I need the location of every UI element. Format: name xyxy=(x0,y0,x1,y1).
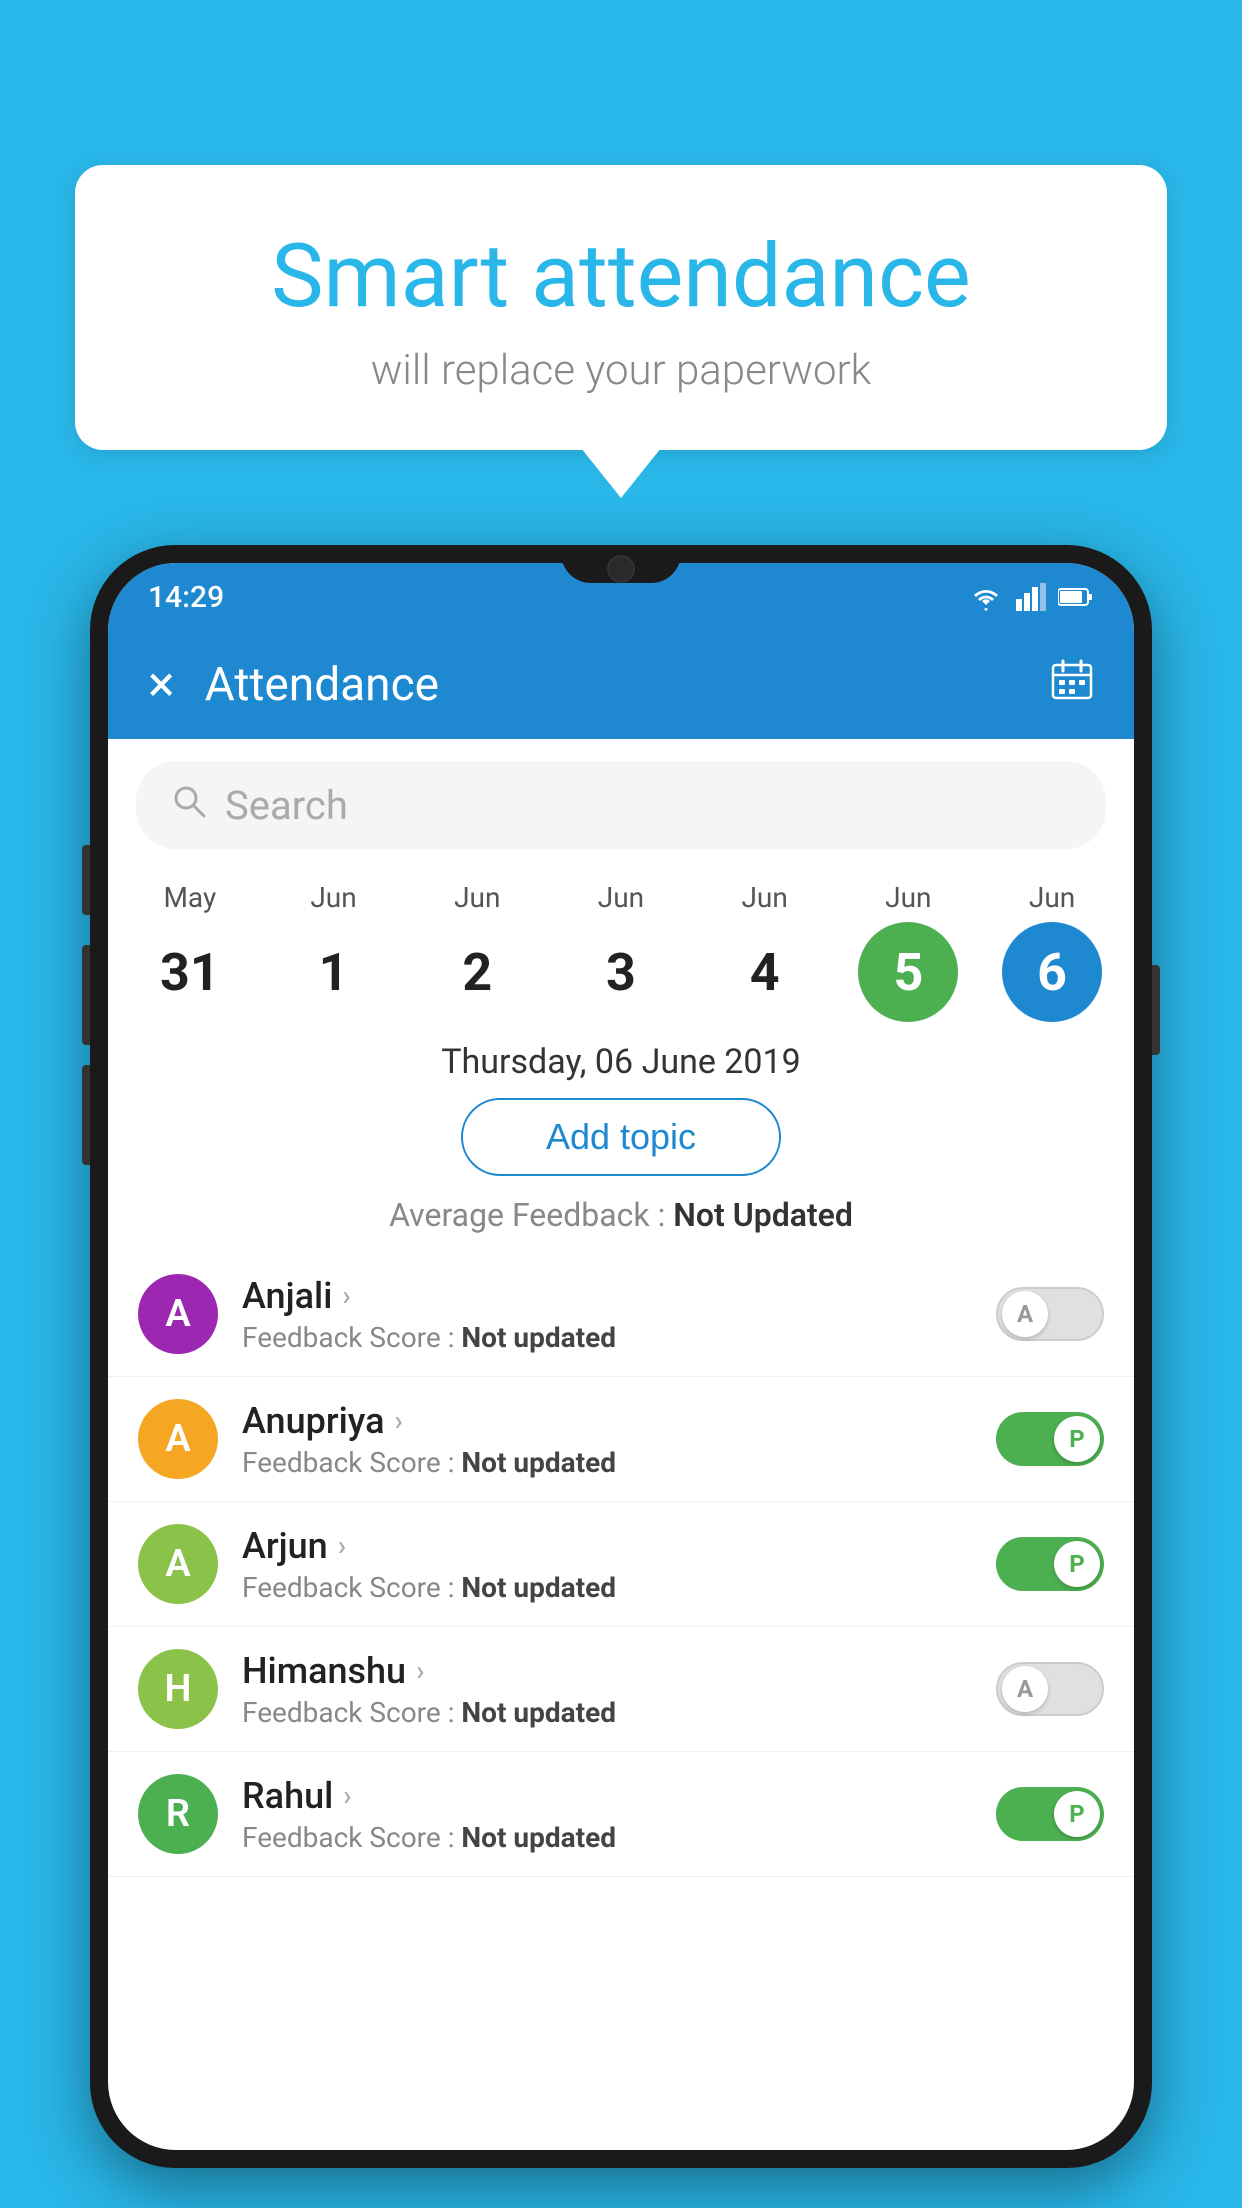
phone-camera xyxy=(607,555,635,583)
chevron-right-icon: › xyxy=(395,1404,403,1437)
phone-screen: 14:29 xyxy=(108,563,1134,2150)
chevron-right-icon: › xyxy=(343,1779,351,1812)
student-list: AAnjali ›Feedback Score : Not updatedAAA… xyxy=(108,1252,1134,1877)
toggle-knob: A xyxy=(1002,1666,1048,1712)
avg-feedback-value: Not Updated xyxy=(673,1196,853,1234)
student-feedback: Feedback Score : Not updated xyxy=(242,1321,972,1354)
bubble-subtitle: will replace your paperwork xyxy=(125,346,1117,395)
feedback-value: Not updated xyxy=(461,1571,616,1604)
chevron-right-icon: › xyxy=(338,1529,346,1562)
attendance-toggle[interactable]: P xyxy=(996,1412,1104,1466)
date-number: 4 xyxy=(715,922,815,1022)
date-month: Jun xyxy=(598,881,644,914)
phone-frame: 14:29 xyxy=(90,545,1152,2168)
student-item[interactable]: H Himanshu › Feedback Score : Not updated A xyxy=(108,1627,1134,1752)
date-item[interactable]: May 31 xyxy=(130,881,250,1022)
date-month: Jun xyxy=(454,881,500,914)
date-number: 2 xyxy=(427,922,527,1022)
date-month: Jun xyxy=(885,881,931,914)
date-month: May xyxy=(163,881,216,914)
student-info: Rahul › Feedback Score : Not updated xyxy=(242,1775,972,1854)
feedback-value: Not updated xyxy=(461,1446,616,1479)
status-time: 14:29 xyxy=(148,580,224,615)
student-avatar: A xyxy=(138,1524,218,1604)
toggle-knob: P xyxy=(1054,1541,1100,1587)
search-input-placeholder: Search xyxy=(225,782,348,829)
date-month: Jun xyxy=(1029,881,1075,914)
student-feedback: Feedback Score : Not updated xyxy=(242,1821,972,1854)
speech-bubble: Smart attendance will replace your paper… xyxy=(75,165,1167,450)
date-number: 6 xyxy=(1002,922,1102,1022)
student-avatar: A xyxy=(138,1399,218,1479)
student-item[interactable]: A Anupriya › Feedback Score : Not updated P xyxy=(108,1377,1134,1502)
app-bar-title: Attendance xyxy=(205,658,1020,712)
signal-icon xyxy=(1016,583,1046,611)
feedback-value: Not updated xyxy=(461,1696,616,1729)
attendance-toggle[interactable]: A xyxy=(996,1662,1104,1716)
status-icons xyxy=(968,583,1094,611)
student-info: Anupriya › Feedback Score : Not updated xyxy=(242,1400,972,1479)
date-item[interactable]: Jun 1 xyxy=(274,881,394,1022)
date-number: 31 xyxy=(140,922,240,1022)
calendar-button[interactable] xyxy=(1050,658,1094,713)
student-avatar: R xyxy=(138,1774,218,1854)
student-avatar: H xyxy=(138,1649,218,1729)
selected-date-label: Thursday, 06 June 2019 xyxy=(108,1042,1134,1082)
add-topic-button[interactable]: Add topic xyxy=(461,1098,781,1176)
wifi-icon xyxy=(968,583,1004,611)
date-item[interactable]: Jun 6 xyxy=(992,881,1112,1022)
student-feedback: Feedback Score : Not updated xyxy=(242,1446,972,1479)
date-number: 1 xyxy=(284,922,384,1022)
chevron-right-icon: › xyxy=(342,1279,350,1312)
average-feedback: Average Feedback : Not Updated xyxy=(108,1196,1134,1234)
student-feedback: Feedback Score : Not updated xyxy=(242,1571,972,1604)
student-item[interactable]: R Rahul › Feedback Score : Not updated P xyxy=(108,1752,1134,1877)
toggle-knob: A xyxy=(1002,1291,1048,1337)
date-month: Jun xyxy=(310,881,356,914)
chevron-right-icon: › xyxy=(416,1654,424,1687)
bubble-title: Smart attendance xyxy=(125,225,1117,328)
date-item[interactable]: Jun 4 xyxy=(705,881,825,1022)
close-button[interactable]: × xyxy=(148,660,175,710)
student-name: Anupriya › xyxy=(242,1400,972,1442)
date-month: Jun xyxy=(741,881,787,914)
student-item[interactable]: A Anjali › Feedback Score : Not updated A xyxy=(108,1252,1134,1377)
student-name: Arjun › xyxy=(242,1525,972,1567)
search-icon xyxy=(171,783,207,828)
student-feedback: Feedback Score : Not updated xyxy=(242,1696,972,1729)
attendance-toggle[interactable]: P xyxy=(996,1537,1104,1591)
date-number: 5 xyxy=(858,922,958,1022)
student-info: Himanshu › Feedback Score : Not updated xyxy=(242,1650,972,1729)
student-info: Arjun › Feedback Score : Not updated xyxy=(242,1525,972,1604)
search-bar[interactable]: Search xyxy=(136,761,1106,849)
date-strip: May 31 Jun 1 Jun 2 Jun 3 Jun 4 Jun 5 Jun 6 xyxy=(108,871,1134,1022)
phone-notch xyxy=(561,545,681,583)
toggle-knob: P xyxy=(1054,1416,1100,1462)
avg-feedback-label: Average Feedback : xyxy=(389,1196,673,1234)
date-item[interactable]: Jun 3 xyxy=(561,881,681,1022)
attendance-toggle[interactable]: P xyxy=(996,1787,1104,1841)
student-name: Anjali › xyxy=(242,1275,972,1317)
student-name: Himanshu › xyxy=(242,1650,972,1692)
phone-volume-down-button xyxy=(82,945,90,1045)
attendance-toggle[interactable]: A xyxy=(996,1287,1104,1341)
date-item[interactable]: Jun 5 xyxy=(848,881,968,1022)
feedback-value: Not updated xyxy=(461,1821,616,1854)
phone-volume-up-button xyxy=(82,845,90,915)
app-bar: × Attendance xyxy=(108,631,1134,739)
toggle-knob: P xyxy=(1054,1791,1100,1837)
student-name: Rahul › xyxy=(242,1775,972,1817)
date-number: 3 xyxy=(571,922,671,1022)
battery-icon xyxy=(1058,587,1094,607)
phone-extra-button xyxy=(82,1065,90,1165)
student-avatar: A xyxy=(138,1274,218,1354)
phone-power-button xyxy=(1152,965,1160,1055)
student-info: Anjali › Feedback Score : Not updated xyxy=(242,1275,972,1354)
student-item[interactable]: A Arjun › Feedback Score : Not updated P xyxy=(108,1502,1134,1627)
date-item[interactable]: Jun 2 xyxy=(417,881,537,1022)
feedback-value: Not updated xyxy=(461,1321,616,1354)
